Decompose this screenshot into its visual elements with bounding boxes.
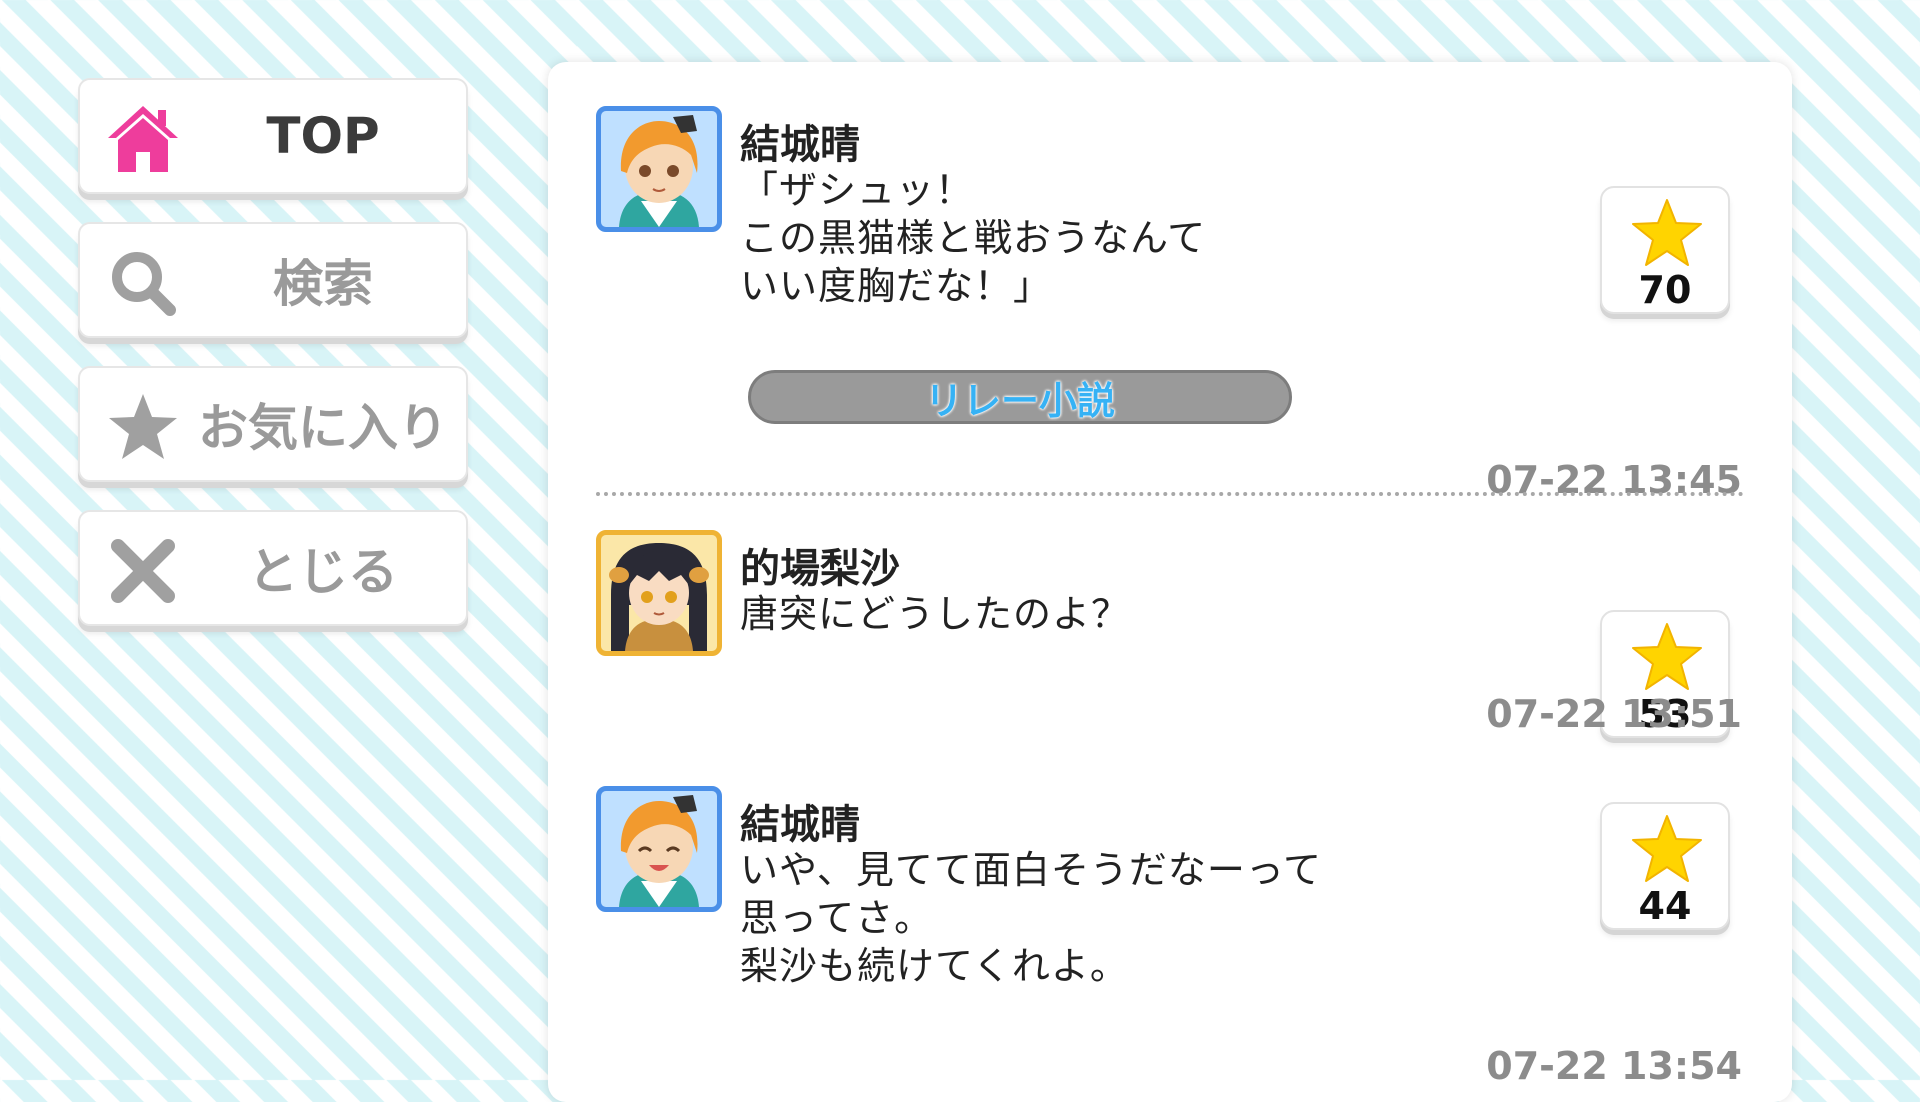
like-button[interactable]: 70 xyxy=(1600,186,1730,314)
star-icon xyxy=(106,390,180,464)
timestamp: 07-22 13:51 xyxy=(1486,692,1742,736)
like-button[interactable]: 44 xyxy=(1600,802,1730,930)
avatar[interactable] xyxy=(596,530,722,656)
thread-panel[interactable]: 結城晴 「ザシュッ！ この黒猫様と戦おうなんて いい度胸だな！」 リレー小説 7… xyxy=(548,62,1792,1102)
sidebar-item-close[interactable]: とじる xyxy=(78,510,468,626)
divider xyxy=(596,492,1744,496)
timestamp: 07-22 13:54 xyxy=(1486,1044,1742,1088)
like-count: 70 xyxy=(1638,268,1692,312)
avatar[interactable] xyxy=(596,786,722,912)
star-icon xyxy=(1630,622,1704,692)
message-text: 唐突にどうしたのよ？ xyxy=(740,592,1131,636)
avatar[interactable] xyxy=(596,106,722,232)
sidebar-item-label: お気に入り xyxy=(198,399,448,457)
message-text: 「ザシュッ！ この黒猫様と戦おうなんて いい度胸だな！」 xyxy=(740,168,1207,308)
message-text: いや、見てて面白そうだなーって 思ってさ。 梨沙も続けてくれよ。 xyxy=(740,848,1322,988)
star-icon xyxy=(1630,198,1704,268)
sidebar-item-top[interactable]: TOP xyxy=(78,78,468,194)
sidebar-item-label: 検索 xyxy=(273,255,373,313)
close-icon xyxy=(106,534,180,608)
home-icon xyxy=(106,102,180,176)
sidebar-item-label: とじる xyxy=(248,543,398,601)
like-count: 44 xyxy=(1638,884,1692,928)
sidebar-item-search[interactable]: 検索 xyxy=(78,222,468,338)
star-icon xyxy=(1630,814,1704,884)
author-name: 的場梨沙 xyxy=(740,546,900,592)
search-icon xyxy=(106,246,180,320)
author-name: 結城晴 xyxy=(740,122,860,168)
sidebar-item-favorites[interactable]: お気に入り xyxy=(78,366,468,482)
author-name: 結城晴 xyxy=(740,802,860,848)
tag-button[interactable]: リレー小説 xyxy=(748,370,1292,424)
sidebar-item-label: TOP xyxy=(266,107,380,165)
